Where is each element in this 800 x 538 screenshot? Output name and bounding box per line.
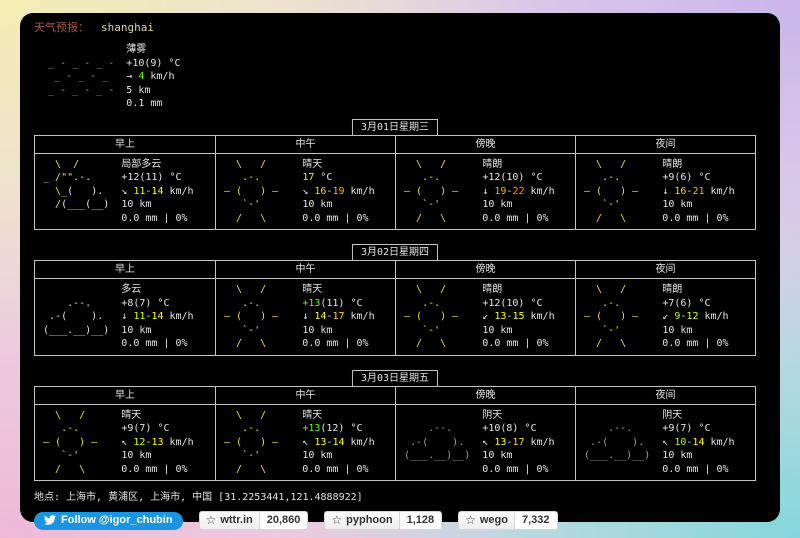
forecast-cell: 阴天 .--. +9(7) °C .-( ). ↖ 10-14 km/h (__…	[575, 403, 755, 480]
github-star-main: ☆ wttr.in	[198, 511, 260, 530]
forecast-cell: \ / 晴天 .-. 17 °C ― ( ) ― ↘ 16-19 km/h `-…	[215, 152, 395, 229]
forecast-cell: \ / 局部多云 _ /"".-. +12(11) °C \_( ). ↘ 11…	[35, 152, 215, 230]
twitter-follow-label: Follow @igor_chubin	[61, 513, 173, 526]
weather-terminal: 天气预报： shanghai 薄雾 _ - _ - _ - +10(9) °C _…	[20, 13, 780, 530]
column-header: 夜间	[575, 135, 755, 153]
forecast-cell: 阴天 .--. +10(8) °C .-( ). ↖ 13-17 km/h (_…	[395, 403, 575, 480]
forecast-day-2: 3月02日星期四早上 中午 傍晚 夜间 多云 .--. +8(7) °C .-( ).…	[34, 244, 756, 356]
github-star-count: 20,860	[259, 511, 309, 530]
forecast-cell-text: \ / 晴天 .-. +9(7) °C ― ( ) ― ↖ 12-13 km/h…	[37, 409, 194, 475]
forecast-cell-text: \ / 晴朗 .-. +7(6) °C ― ( ) ― ↙ 9-12 km/h …	[578, 284, 729, 349]
forecast-cell: \ / 晴天 .-. +9(7) °C ― ( ) ― ↖ 12-13 km/h…	[35, 403, 215, 481]
column-header: 中午	[215, 386, 395, 404]
forecast-cell: \ / 晴天 .-. +13(11) °C ― ( ) ― ↓ 14-17 km…	[215, 278, 395, 355]
forecast-cell-text: \ / 局部多云 _ /"".-. +12(11) °C \_( ). ↘ 11…	[37, 158, 194, 224]
forecast-cell-text: \ / 晴朗 .-. +12(10) °C ― ( ) ― ↙ 13-15 km…	[398, 284, 555, 349]
star-icon: ☆	[465, 513, 476, 527]
forecast-cell-text: \ / 晴天 .-. 17 °C ― ( ) ― ↘ 16-19 km/h `-…	[218, 158, 375, 224]
column-header: 早上	[115, 264, 135, 275]
report-header-label: 天气预报：	[34, 21, 89, 34]
forecast-cell-text: \ / 晴朗 .-. +9(6) °C ― ( ) ― ↓ 16-21 km/h…	[578, 158, 735, 224]
github-star-main: ☆ pyphoon	[324, 511, 400, 530]
forecast-cell-text: 薄雾 _ - _ - _ - +10(9) °C _ - _ - _ → 4 k…	[42, 44, 181, 109]
twitter-follow-button[interactable]: Follow @igor_chubin	[34, 511, 183, 530]
forecast-cell-text: \ / 晴天 .-. +13(12) °C ― ( ) ― ↖ 13-14 km…	[218, 409, 375, 475]
forecast-day-1: 3月01日星期三早上 中午 傍晚 夜间 \ / 局部多云 _ /"".-. +12(1…	[34, 118, 756, 230]
current-conditions: 薄雾 _ - _ - _ - +10(9) °C _ - _ - _ → 4 k…	[42, 43, 766, 111]
github-star-button-wego[interactable]: ☆ wego 7,332	[458, 511, 558, 530]
github-repo-name: pyphoon	[346, 514, 393, 526]
column-header: 早上	[115, 138, 135, 150]
github-star-button-wttrin[interactable]: ☆ wttr.in 20,860	[198, 511, 309, 530]
forecast-cell: \ / 晴朗 .-. +12(10) °C ― ( ) ― ↙ 13-15 km…	[395, 278, 575, 355]
forecast-cell: 多云 .--. +8(7) °C .-( ). ↓ 11-14 km/h (__…	[35, 278, 215, 355]
forecast-cell-text: \ / 晴天 .-. +13(11) °C ― ( ) ― ↓ 14-17 km…	[218, 284, 375, 349]
day-title: 3月03日星期五	[351, 369, 439, 387]
column-header: 傍晚	[395, 135, 575, 153]
github-star-count: 7,332	[515, 511, 558, 530]
forecast-table: 早上 中午 傍晚 夜间 \ / 局部多云 _ /"".-. +12(11) °C \_…	[34, 134, 756, 230]
forecast-cell: \ / 晴朗 .-. +7(6) °C ― ( ) ― ↙ 9-12 km/h …	[575, 278, 755, 355]
geo-location-line: 地点: 上海市, 黄浦区, 上海市, 中国 [31.2253441,121.48…	[34, 492, 363, 503]
github-repo-name: wego	[479, 514, 508, 526]
day-title: 3月01日星期三	[351, 118, 439, 136]
forecast-table: 早上 中午 傍晚 夜间 \ / 晴天 .-. +9(7) °C ― ( ) ― ↖ 1…	[34, 385, 756, 481]
column-header: 傍晚	[395, 386, 575, 404]
forecast-cell-text: 阴天 .--. +9(7) °C .-( ). ↖ 10-14 km/h (__…	[578, 409, 735, 475]
forecast-cell: \ / 晴朗 .-. +9(6) °C ― ( ) ― ↓ 16-21 km/h…	[575, 152, 755, 229]
forecast-cell: \ / 晴天 .-. +13(12) °C ― ( ) ― ↖ 13-14 km…	[215, 403, 395, 480]
column-header: 中午	[215, 261, 395, 278]
column-header: 中午	[215, 135, 395, 153]
star-icon: ☆	[205, 513, 217, 527]
report-header: 天气预报： shanghai	[34, 20, 766, 35]
star-icon: ☆	[331, 513, 343, 527]
report-location: shanghai	[101, 21, 154, 34]
twitter-bird-icon	[44, 515, 56, 525]
forecast-cell-text: 阴天 .--. +10(8) °C .-( ). ↖ 13-17 km/h (_…	[398, 409, 555, 475]
social-buttons-bar: Follow @igor_chubin ☆ wttr.in 20,860 ☆ pyph…	[34, 511, 766, 530]
github-star-button-pyphoon[interactable]: ☆ pyphoon 1,128	[324, 511, 443, 530]
github-star-main: ☆ wego	[458, 511, 515, 530]
column-header: 夜间	[575, 386, 755, 404]
github-repo-name: wttr.in	[220, 514, 253, 526]
column-header: 早上	[115, 389, 135, 401]
forecast-days: 3月01日星期三 早上 中午 傍晚 夜间 \ / 局部多云 _ /"".-. +12(1…	[34, 118, 756, 481]
forecast-cell: \ / 晴朗 .-. +12(10) °C ― ( ) ― ↓ 19-22 km…	[395, 152, 575, 229]
column-header: 傍晚	[395, 261, 575, 278]
github-star-count: 1,128	[399, 511, 443, 530]
forecast-cell-text: 多云 .--. +8(7) °C .-( ). ↓ 11-14 km/h (__…	[37, 284, 194, 349]
page: { "palette": { "sun": "#e9e141", "cloud"…	[0, 0, 800, 538]
forecast-day-3: 3月03日星期五早上 中午 傍晚 夜间 \ / 晴天 .-. +9(7) °C ― (…	[34, 369, 756, 481]
forecast-table: 早上 中午 傍晚 夜间 多云 .--. +8(7) °C .-( ). ↓ 11-14…	[34, 260, 756, 356]
forecast-cell-text: \ / 晴朗 .-. +12(10) °C ― ( ) ― ↓ 19-22 km…	[398, 158, 555, 224]
day-title: 3月02日星期四	[351, 244, 439, 261]
column-header: 夜间	[575, 261, 755, 278]
